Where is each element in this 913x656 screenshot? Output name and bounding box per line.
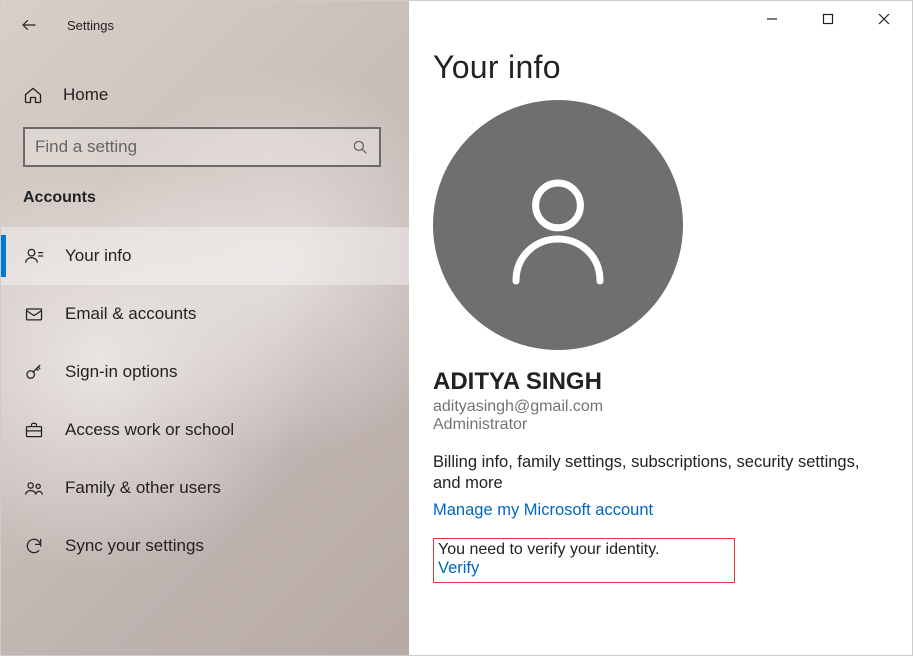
search-wrap — [1, 119, 409, 167]
search-icon — [351, 138, 369, 156]
nav-item-access-work-school[interactable]: Access work or school — [1, 401, 409, 459]
maximize-button[interactable] — [800, 1, 856, 37]
people-icon — [23, 478, 45, 498]
close-button[interactable] — [856, 1, 912, 37]
account-description: Billing info, family settings, subscript… — [433, 452, 888, 495]
arrow-left-icon — [20, 16, 38, 34]
nav-item-label: Sign-in options — [65, 362, 177, 382]
nav-item-label: Access work or school — [65, 420, 234, 440]
nav-list: Your info Email & accounts Sign-in optio… — [1, 227, 409, 575]
nav-item-family-users[interactable]: Family & other users — [1, 459, 409, 517]
search-box[interactable] — [23, 127, 381, 167]
user-email: adityasingh@gmail.com — [433, 398, 888, 416]
user-placeholder-icon — [488, 155, 628, 295]
minimize-icon — [766, 13, 778, 25]
nav-item-signin-options[interactable]: Sign-in options — [1, 343, 409, 401]
back-button[interactable] — [9, 9, 49, 41]
window-controls — [744, 1, 912, 37]
mail-icon — [23, 304, 45, 324]
close-icon — [878, 13, 890, 25]
nav-home[interactable]: Home — [1, 71, 409, 119]
verify-message: You need to verify your identity. — [438, 541, 728, 559]
key-icon — [23, 362, 45, 382]
nav-home-label: Home — [63, 85, 108, 105]
nav-item-email-accounts[interactable]: Email & accounts — [1, 285, 409, 343]
person-icon — [23, 246, 45, 266]
briefcase-icon — [23, 420, 45, 440]
app-title: Settings — [67, 18, 114, 33]
manage-account-link[interactable]: Manage my Microsoft account — [433, 501, 653, 520]
sync-icon — [23, 536, 45, 556]
nav-item-your-info[interactable]: Your info — [1, 227, 409, 285]
minimize-button[interactable] — [744, 1, 800, 37]
nav-item-label: Your info — [65, 246, 131, 266]
verify-link[interactable]: Verify — [438, 559, 479, 578]
verify-identity-block: You need to verify your identity. Verify — [433, 538, 735, 583]
user-role: Administrator — [433, 416, 888, 434]
nav-pane: Settings Home Accounts Your info — [1, 1, 409, 655]
avatar — [433, 100, 683, 350]
content-body: Your info ADITYA SINGH adityasingh@gmail… — [409, 1, 912, 583]
titlebar-left: Settings — [1, 7, 409, 43]
nav-item-label: Sync your settings — [65, 536, 204, 556]
content-pane: Your info ADITYA SINGH adityasingh@gmail… — [409, 1, 912, 655]
nav-item-sync-settings[interactable]: Sync your settings — [1, 517, 409, 575]
nav-item-label: Email & accounts — [65, 304, 196, 324]
settings-window: Settings Home Accounts Your info — [0, 0, 913, 656]
search-input[interactable] — [35, 137, 351, 157]
nav-item-label: Family & other users — [65, 478, 221, 498]
user-name: ADITYA SINGH — [433, 368, 888, 396]
maximize-icon — [822, 13, 834, 25]
nav-section-header: Accounts — [1, 167, 409, 215]
page-heading: Your info — [433, 49, 888, 86]
home-icon — [21, 85, 45, 105]
